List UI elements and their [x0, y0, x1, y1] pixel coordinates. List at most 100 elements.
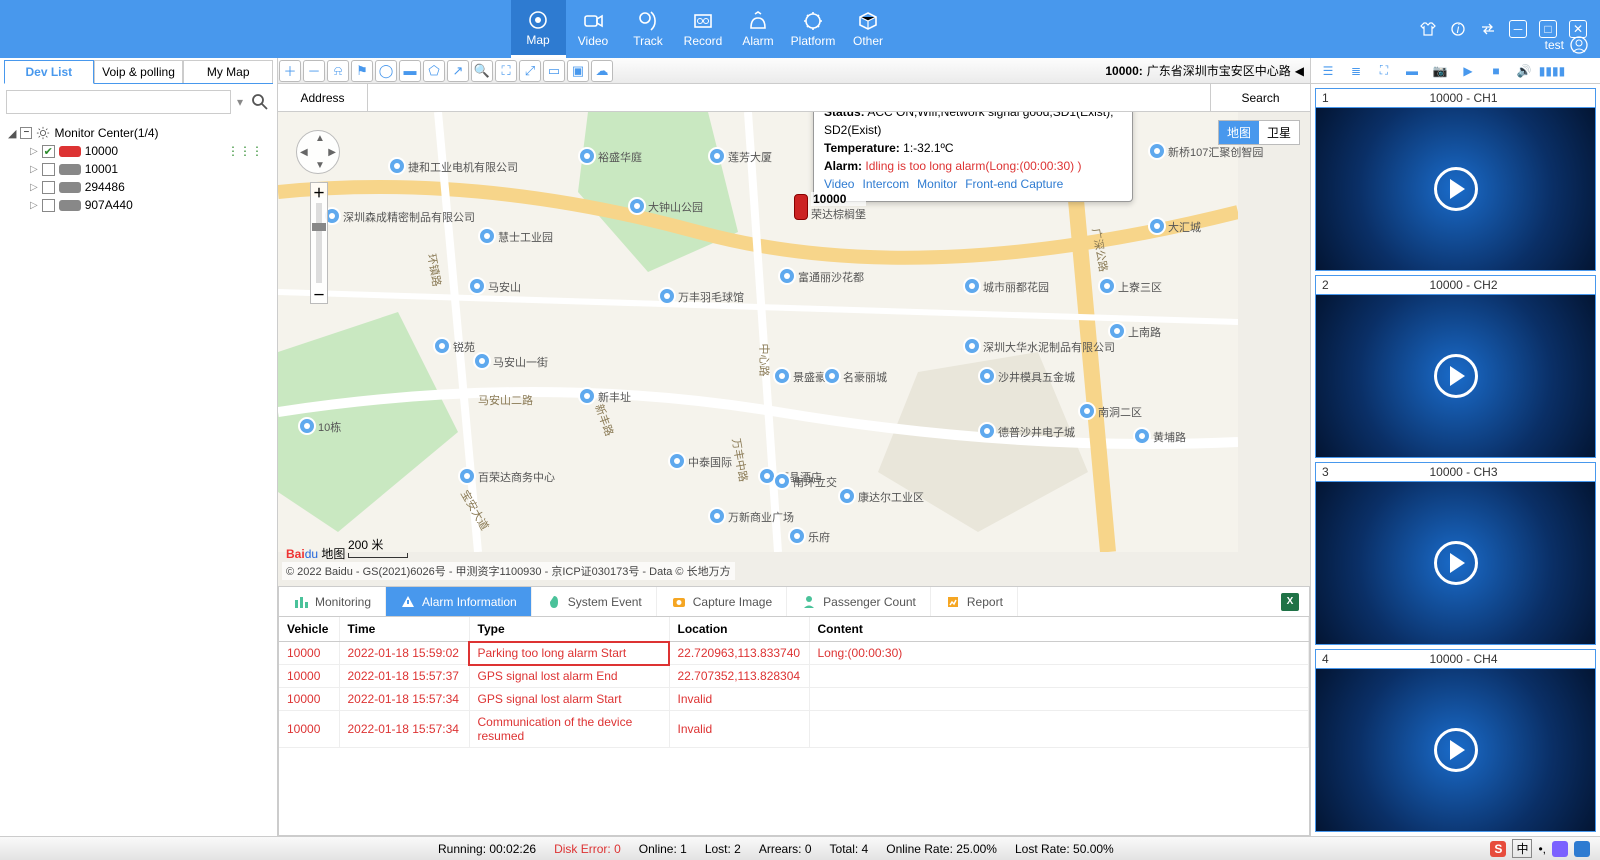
- stop-icon[interactable]: ■: [1487, 62, 1505, 80]
- map-canvas[interactable]: 捷和工业电机有限公司裕盛华庭莲芳大厦深圳森成精密制品有限公司慧士工业园大钟山公园…: [278, 112, 1310, 586]
- bottom-tab-monitoring[interactable]: Monitoring: [279, 587, 386, 616]
- video-tile-2[interactable]: 210000 - CH2: [1315, 275, 1596, 458]
- flag-tool[interactable]: ⚑: [351, 60, 373, 82]
- poi-marker[interactable]: [473, 352, 491, 370]
- checkbox-icon[interactable]: [42, 199, 55, 212]
- poi-marker[interactable]: [668, 452, 686, 470]
- poi-marker[interactable]: [708, 147, 726, 165]
- col-type[interactable]: Type: [469, 617, 669, 642]
- poi-marker[interactable]: [1148, 217, 1166, 235]
- bottom-tab-passenger-count[interactable]: Passenger Count: [787, 587, 931, 616]
- poi-marker[interactable]: [298, 417, 316, 435]
- poi-marker[interactable]: [458, 467, 476, 485]
- list2-icon[interactable]: ≣: [1347, 62, 1365, 80]
- poi-marker[interactable]: [658, 287, 676, 305]
- poi-marker[interactable]: [433, 337, 451, 355]
- tray-icon-2[interactable]: [1552, 841, 1568, 857]
- zoom-out-tool[interactable]: －: [303, 60, 325, 82]
- play-icon[interactable]: [1434, 541, 1478, 585]
- full-tool[interactable]: ⤢: [519, 60, 541, 82]
- header-user[interactable]: test: [1545, 36, 1588, 54]
- poi-marker[interactable]: [468, 277, 486, 295]
- tray-icon-3[interactable]: [1574, 841, 1590, 857]
- find-tool[interactable]: 🔍: [471, 60, 493, 82]
- circle-tool[interactable]: ◯: [375, 60, 397, 82]
- layer-tool[interactable]: ▣: [567, 60, 589, 82]
- region-tool[interactable]: ⛶: [495, 60, 517, 82]
- play-all-icon[interactable]: ▶: [1459, 62, 1477, 80]
- zoom-out-button[interactable]: －: [311, 285, 327, 303]
- poly-tool[interactable]: ⬠: [423, 60, 445, 82]
- poi-marker[interactable]: [838, 487, 856, 505]
- col-content[interactable]: Content: [809, 617, 1309, 642]
- list-icon[interactable]: ☰: [1319, 62, 1337, 80]
- nav-platform[interactable]: Platform: [786, 0, 841, 58]
- popup-link-intercom[interactable]: Intercom: [862, 177, 909, 191]
- poi-marker[interactable]: [1098, 277, 1116, 295]
- col-vehicle[interactable]: Vehicle: [279, 617, 339, 642]
- video-tile-3[interactable]: 310000 - CH3: [1315, 462, 1596, 645]
- nav-map[interactable]: Map: [511, 0, 566, 58]
- video-tile-1[interactable]: 110000 - CH1: [1315, 88, 1596, 271]
- swap-icon[interactable]: [1478, 19, 1498, 39]
- poi-marker[interactable]: [963, 337, 981, 355]
- device-10000[interactable]: ▷✔10000⋮⋮⋮: [8, 142, 269, 160]
- popup-link-monitor[interactable]: Monitor: [917, 177, 957, 191]
- poi-marker[interactable]: [578, 147, 596, 165]
- zoom-in-tool[interactable]: ＋: [279, 60, 301, 82]
- camera-icon[interactable]: 📷: [1431, 62, 1449, 80]
- cluster-tool[interactable]: ☁: [591, 60, 613, 82]
- device-10001[interactable]: ▷10001: [8, 160, 269, 178]
- play-icon[interactable]: [1434, 728, 1478, 772]
- poi-marker[interactable]: [773, 472, 791, 490]
- bottom-tab-capture-image[interactable]: Capture Image: [657, 587, 787, 616]
- poi-marker[interactable]: [1148, 142, 1166, 160]
- popup-link-front-end-capture[interactable]: Front-end Capture: [965, 177, 1063, 191]
- popup-link-video[interactable]: Video: [824, 177, 854, 191]
- checkbox-icon[interactable]: ✔: [42, 145, 55, 158]
- nav-record[interactable]: Record: [676, 0, 731, 58]
- table-row[interactable]: 100002022-01-18 15:57:34Communication of…: [279, 711, 1309, 748]
- nav-alarm[interactable]: Alarm: [731, 0, 786, 58]
- table-row[interactable]: 100002022-01-18 15:57:37GPS signal lost …: [279, 665, 1309, 688]
- poi-marker[interactable]: [478, 227, 496, 245]
- collapse-icon[interactable]: −: [20, 127, 32, 139]
- poi-marker[interactable]: [978, 422, 996, 440]
- poi-marker[interactable]: [963, 277, 981, 295]
- checkbox-icon[interactable]: [42, 163, 55, 176]
- minimize-icon[interactable]: －: [1508, 19, 1528, 39]
- chevron-left-icon[interactable]: ◀: [1295, 64, 1304, 78]
- ime-icon[interactable]: S: [1490, 841, 1506, 857]
- fullscreen-icon[interactable]: ⛶: [1375, 62, 1393, 80]
- col-time[interactable]: Time: [339, 617, 469, 642]
- ime-lang[interactable]: 中: [1512, 839, 1532, 858]
- map-pan-control[interactable]: ▲▼ ◀▶: [296, 130, 340, 174]
- poi-marker[interactable]: [978, 367, 996, 385]
- nav-video[interactable]: Video: [566, 0, 621, 58]
- poi-marker[interactable]: [1133, 427, 1151, 445]
- col-location[interactable]: Location: [669, 617, 809, 642]
- tshirt-icon[interactable]: [1418, 19, 1438, 39]
- line-tool[interactable]: ↗: [447, 60, 469, 82]
- poi-marker[interactable]: [578, 387, 596, 405]
- video-tile-4[interactable]: 410000 - CH4: [1315, 649, 1596, 832]
- info-icon[interactable]: i: [1448, 19, 1468, 39]
- nav-track[interactable]: Track: [621, 0, 676, 58]
- poi-marker[interactable]: [823, 367, 841, 385]
- sound-icon[interactable]: 🔊: [1515, 62, 1533, 80]
- device-search-input[interactable]: [6, 90, 231, 114]
- table-row[interactable]: 100002022-01-18 15:57:34GPS signal lost …: [279, 688, 1309, 711]
- play-icon[interactable]: [1434, 167, 1478, 211]
- address-input[interactable]: [368, 84, 1210, 111]
- poi-marker[interactable]: [773, 367, 791, 385]
- poi-marker[interactable]: [628, 197, 646, 215]
- bottom-tab-system-event[interactable]: System Event: [532, 587, 657, 616]
- poi-marker[interactable]: [1078, 402, 1096, 420]
- bottom-tab-alarm-information[interactable]: Alarm Information: [386, 587, 532, 616]
- poi-marker[interactable]: [788, 527, 806, 545]
- tree-root[interactable]: ◢ − Monitor Center(1/4): [8, 124, 269, 142]
- zoom-in-button[interactable]: ＋: [311, 183, 327, 201]
- bottom-tab-report[interactable]: Report: [931, 587, 1018, 616]
- left-tab-0[interactable]: Dev List: [4, 60, 94, 84]
- poi-marker[interactable]: [778, 267, 796, 285]
